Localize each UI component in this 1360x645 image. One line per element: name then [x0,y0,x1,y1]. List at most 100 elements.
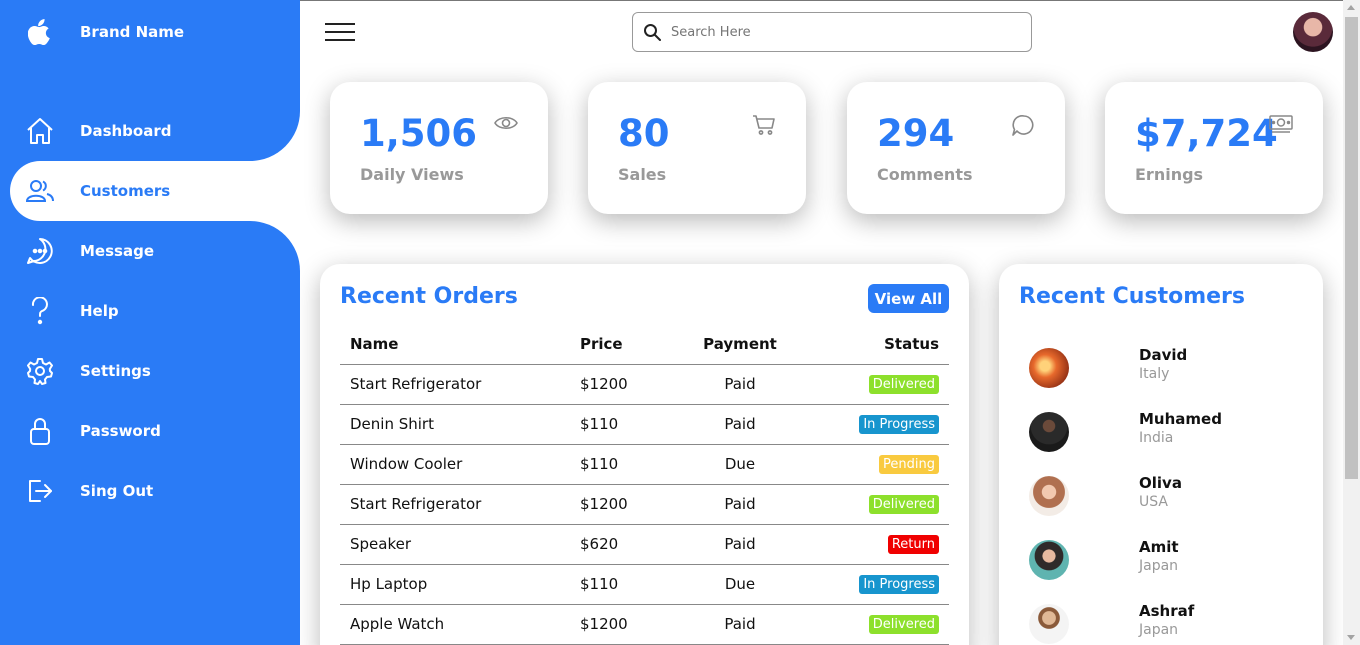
gear-icon [10,357,70,385]
brand[interactable]: Brand Name [10,2,300,62]
status-badge: Return [887,535,939,554]
status-badge: In Progress [859,575,939,594]
order-name: Speaker [340,524,570,565]
customer-item[interactable]: Oliva USA [1029,472,1309,536]
sidebar-item-label: Dashboard [80,122,172,140]
order-name: Denin Shirt [340,404,570,445]
order-name: Apple Watch [340,604,570,645]
status-badge: Delivered [868,495,939,514]
order-price: $1200 [570,604,680,645]
scroll-thumb[interactable] [1345,17,1358,479]
header-price: Price [570,324,680,365]
card-number: 1,506 [360,112,478,155]
order-name: Hp Laptop [340,564,570,605]
card-number: 80 [618,112,670,155]
card-number: 294 [877,112,955,155]
customer-name: Amit [1139,538,1179,556]
sidebar-item-help[interactable]: Help [10,281,300,341]
recent-orders-title: Recent Orders [340,284,518,309]
recent-customers-title: Recent Customers [1019,284,1245,309]
customer-item[interactable]: Muhamed India [1029,408,1309,472]
customer-name: Ashraf [1139,602,1195,620]
view-all-button[interactable]: View All [868,284,949,313]
orders-table: Name Price Payment Status Start Refriger… [340,324,949,645]
eye-icon [494,114,518,136]
customer-avatar [1029,348,1069,388]
customer-country: Japan [1139,622,1179,638]
sidebar-item-dashboard[interactable]: Dashboard [10,101,300,161]
customer-avatar [1029,604,1069,644]
sidebar-item-label: Help [80,302,119,320]
status-badge: Delivered [868,615,939,634]
card-name: Ernings [1135,165,1204,184]
stat-card-comments[interactable]: 294 Comments [847,82,1065,214]
sidebar-item-message[interactable]: Message [10,221,300,281]
customer-name: Muhamed [1139,410,1222,428]
order-price: $110 [570,444,680,485]
home-icon [10,117,70,145]
order-payment: Paid [680,484,800,525]
table-row[interactable]: Start Refrigerator $1200 Paid Delivered [340,484,949,525]
order-name: Window Cooler [340,444,570,485]
stat-card-earnings[interactable]: $7,724 Ernings [1105,82,1323,214]
scroll-up-icon[interactable] [1347,5,1355,10]
search-bar[interactable] [632,12,1032,52]
customer-country: Japan [1139,558,1179,574]
search-input[interactable] [671,24,1011,40]
customer-country: USA [1139,494,1168,510]
table-row[interactable]: Window Cooler $110 Due Pending [340,444,949,485]
customer-item[interactable]: Ashraf Japan [1029,600,1309,645]
order-payment: Paid [680,604,800,645]
scrollbar[interactable] [1343,0,1360,645]
customer-name: David [1139,346,1188,364]
order-payment: Paid [680,364,800,405]
stat-card-daily-views[interactable]: 1,506 Daily Views [330,82,548,214]
order-price: $110 [570,564,680,605]
table-row[interactable]: Hp Laptop $110 Due In Progress [340,564,949,605]
sidebar-item-label: Settings [80,362,151,380]
sign-out-icon [10,477,70,505]
sidebar-item-label: Sing Out [80,482,154,500]
order-payment: Due [680,444,800,485]
order-name: Start Refrigerator [340,364,570,405]
cash-icon [1269,114,1293,138]
header-payment: Payment [680,324,800,365]
customer-avatar [1029,476,1069,516]
table-row[interactable]: Denin Shirt $110 Paid In Progress [340,404,949,445]
table-row[interactable]: Speaker $620 Paid Return [340,524,949,565]
hamburger-menu-icon[interactable] [325,21,355,43]
status-badge: Delivered [868,375,939,394]
customer-avatar [1029,412,1069,452]
brand-name: Brand Name [80,23,185,41]
status-badge: In Progress [859,415,939,434]
customer-item[interactable]: David Italy [1029,344,1309,408]
customer-country: Italy [1139,366,1170,382]
order-price: $110 [570,404,680,445]
sidebar-item-sign-out[interactable]: Sing Out [10,461,300,521]
sidebar-item-customers[interactable]: Customers [10,161,300,221]
stat-card-sales[interactable]: 80 Sales [588,82,806,214]
sidebar-item-label: Customers [80,182,171,200]
sidebar-item-label: Password [80,422,161,440]
people-icon [10,179,70,203]
recent-orders-panel: Recent Orders View All Name Price Paymen… [320,264,969,645]
card-name: Daily Views [360,165,464,184]
user-avatar[interactable] [1293,12,1333,52]
customer-country: India [1139,430,1174,446]
table-row[interactable]: Start Refrigerator $1200 Paid Delivered [340,364,949,405]
table-row[interactable]: Apple Watch $1200 Paid Delivered [340,604,949,645]
customer-item[interactable]: Amit Japan [1029,536,1309,600]
card-name: Sales [618,165,667,184]
order-price: $1200 [570,484,680,525]
sidebar-item-password[interactable]: Password [10,401,300,461]
sidebar-item-settings[interactable]: Settings [10,341,300,401]
scroll-down-icon[interactable] [1347,635,1355,640]
comment-icon [1011,114,1035,142]
recent-customers-panel: Recent Customers David Italy Muhamed Ind… [999,264,1323,645]
order-payment: Due [680,564,800,605]
apple-logo-icon [10,19,70,45]
order-payment: Paid [680,404,800,445]
order-name: Start Refrigerator [340,484,570,525]
cart-icon [752,114,776,140]
sidebar-item-label: Message [80,242,154,260]
